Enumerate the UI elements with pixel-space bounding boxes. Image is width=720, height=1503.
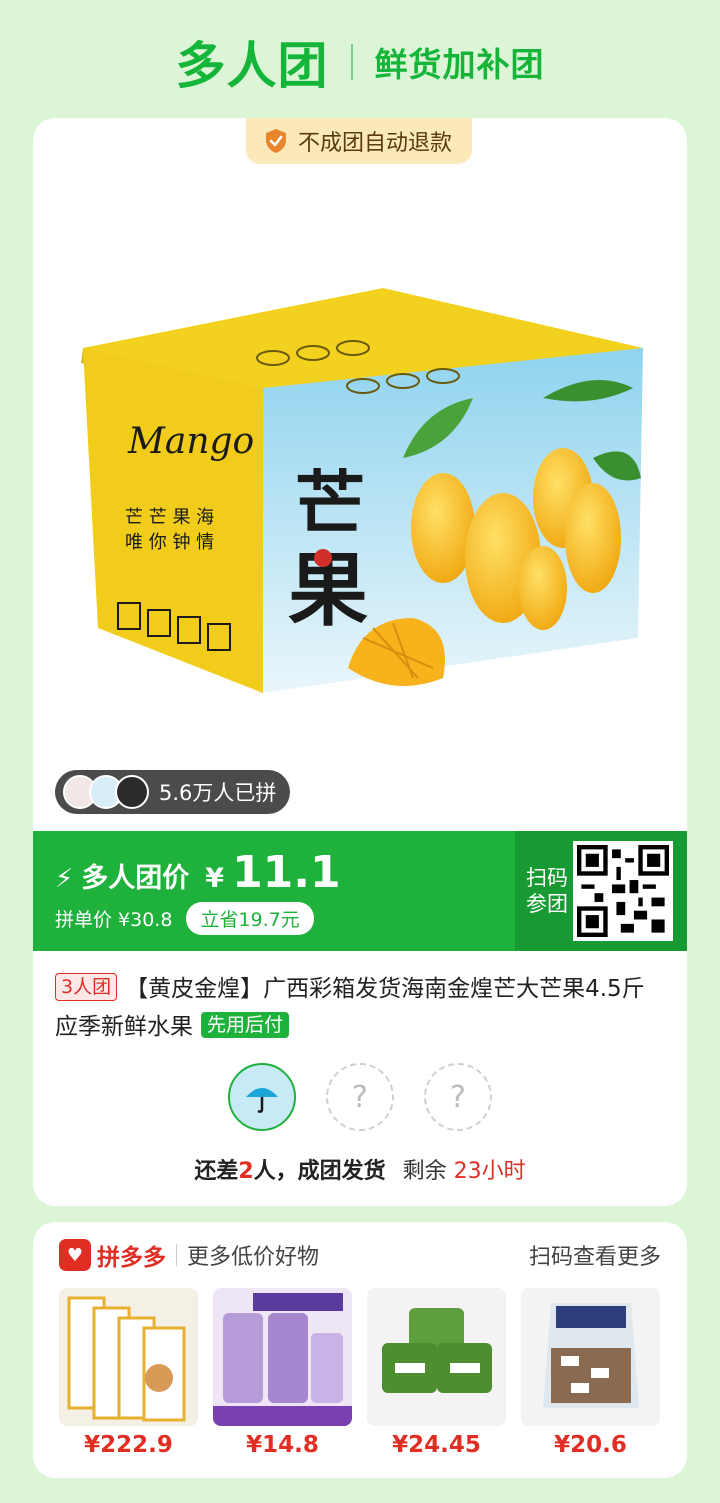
product-thumb — [59, 1288, 198, 1426]
lightning-icon: ⚡ — [55, 864, 74, 894]
product-price: ¥20.6 — [554, 1432, 627, 1458]
group-status: 还差2人，成团发货 剩余 23小时 — [33, 1153, 687, 1185]
currency-symbol: ¥ — [205, 863, 225, 894]
header-subtitle: 鲜货加补团 — [374, 45, 545, 84]
product-price: ¥222.9 — [84, 1432, 173, 1458]
refund-text: 不成团自动退款 — [298, 131, 453, 156]
joined-count-text: 5.6万人已拼 — [159, 781, 277, 805]
product-list: ¥222.9 ¥14.8 ¥24.45 ¥20.6 — [59, 1288, 660, 1458]
product-card[interactable]: ¥222.9 — [59, 1288, 198, 1458]
refund-badge: 不成团自动退款 — [246, 118, 473, 164]
price-info: ⚡ 多人团价 ¥ 11.1 拼单价 ¥30.8 立省19.7元 — [55, 847, 341, 935]
product-card[interactable]: ¥20.6 — [521, 1288, 660, 1458]
status-count: 2 — [238, 1159, 254, 1184]
question-icon: ? — [352, 1079, 368, 1115]
box-big-text-1: 芒 — [295, 462, 365, 545]
product-price: ¥14.8 — [246, 1432, 319, 1458]
group-price-value: 11.1 — [232, 847, 341, 898]
header-divider — [350, 44, 353, 80]
group-buy-card: 不成团自动退款 芒 果 Mango 芒 芒 果 海 唯 你 钟 情 5.6万人已… — [33, 118, 687, 1206]
scan-join-label: 扫码参团 — [526, 866, 568, 916]
remain-time: 23小时 — [453, 1159, 526, 1184]
member-slot-empty: ? — [326, 1063, 394, 1131]
pinduoduo-logo-icon: ♥ — [59, 1239, 91, 1271]
remain-label: 剩余 — [402, 1159, 447, 1184]
box-brand: Mango — [127, 421, 254, 462]
group-slots: ? ? — [33, 1063, 687, 1131]
product-card[interactable]: ¥24.45 — [367, 1288, 506, 1458]
logo-text: 多人团 — [175, 37, 329, 95]
product-title-text: 【黄皮金煌】广西彩箱发货海南金煌芒大芒果4.5斤应季新鲜水果 — [55, 976, 645, 1040]
qr-code[interactable] — [573, 841, 673, 941]
single-price-text: 拼单价 ¥30.8 — [55, 909, 173, 931]
group-price-label: 多人团价 — [81, 863, 190, 894]
pdd-recommend-card: ♥ 拼多多 更多低价好物 扫码查看更多 ¥222.9 ¥14.8 ¥24.45 … — [33, 1222, 687, 1478]
joined-count-pill: 5.6万人已拼 — [55, 770, 291, 814]
box-slogan-1: 芒 芒 果 海 — [125, 507, 214, 528]
avatar-group — [63, 775, 149, 809]
price-bar: ⚡ 多人团价 ¥ 11.1 拼单价 ¥30.8 立省19.7元 扫码参团 — [33, 831, 687, 951]
product-thumb — [367, 1288, 506, 1426]
product-price: ¥24.45 — [392, 1432, 481, 1458]
scan-panel[interactable]: 扫码参团 — [515, 831, 687, 951]
avatar — [115, 775, 149, 809]
product-card[interactable]: ¥14.8 — [213, 1288, 352, 1458]
product-image[interactable]: 芒 果 Mango 芒 芒 果 海 唯 你 钟 情 — [73, 198, 653, 728]
product-thumb — [213, 1288, 352, 1426]
save-badge: 立省19.7元 — [186, 902, 314, 935]
status-prefix: 还差 — [194, 1159, 239, 1184]
scan-more-link[interactable]: 扫码查看更多 — [529, 1239, 661, 1271]
status-suffix: 人，成团发货 — [253, 1159, 386, 1184]
product-thumb — [521, 1288, 660, 1426]
pdd-brand: 拼多多 — [97, 1245, 166, 1271]
box-slogan-2: 唯 你 钟 情 — [125, 532, 214, 553]
question-icon: ? — [450, 1079, 466, 1115]
product-title[interactable]: 3人团 【黄皮金煌】广西彩箱发货海南金煌芒大芒果4.5斤应季新鲜水果 先用后付 — [55, 970, 667, 1046]
umbrella-icon — [246, 1088, 278, 1113]
member-slot-empty: ? — [424, 1063, 492, 1131]
pdd-header: ♥ 拼多多 更多低价好物 扫码查看更多 — [59, 1238, 661, 1272]
pdd-subtitle: 更多低价好物 — [187, 1245, 320, 1270]
member-slot-filled — [228, 1063, 296, 1131]
header: 多人团 鲜货加补团 — [0, 22, 720, 102]
group-size-tag: 3人团 — [55, 973, 118, 1001]
duorentuan-logo: 多人团 — [176, 26, 329, 98]
pay-later-tag: 先用后付 — [201, 1012, 290, 1038]
shield-check-icon — [266, 129, 286, 153]
divider — [176, 1244, 177, 1266]
